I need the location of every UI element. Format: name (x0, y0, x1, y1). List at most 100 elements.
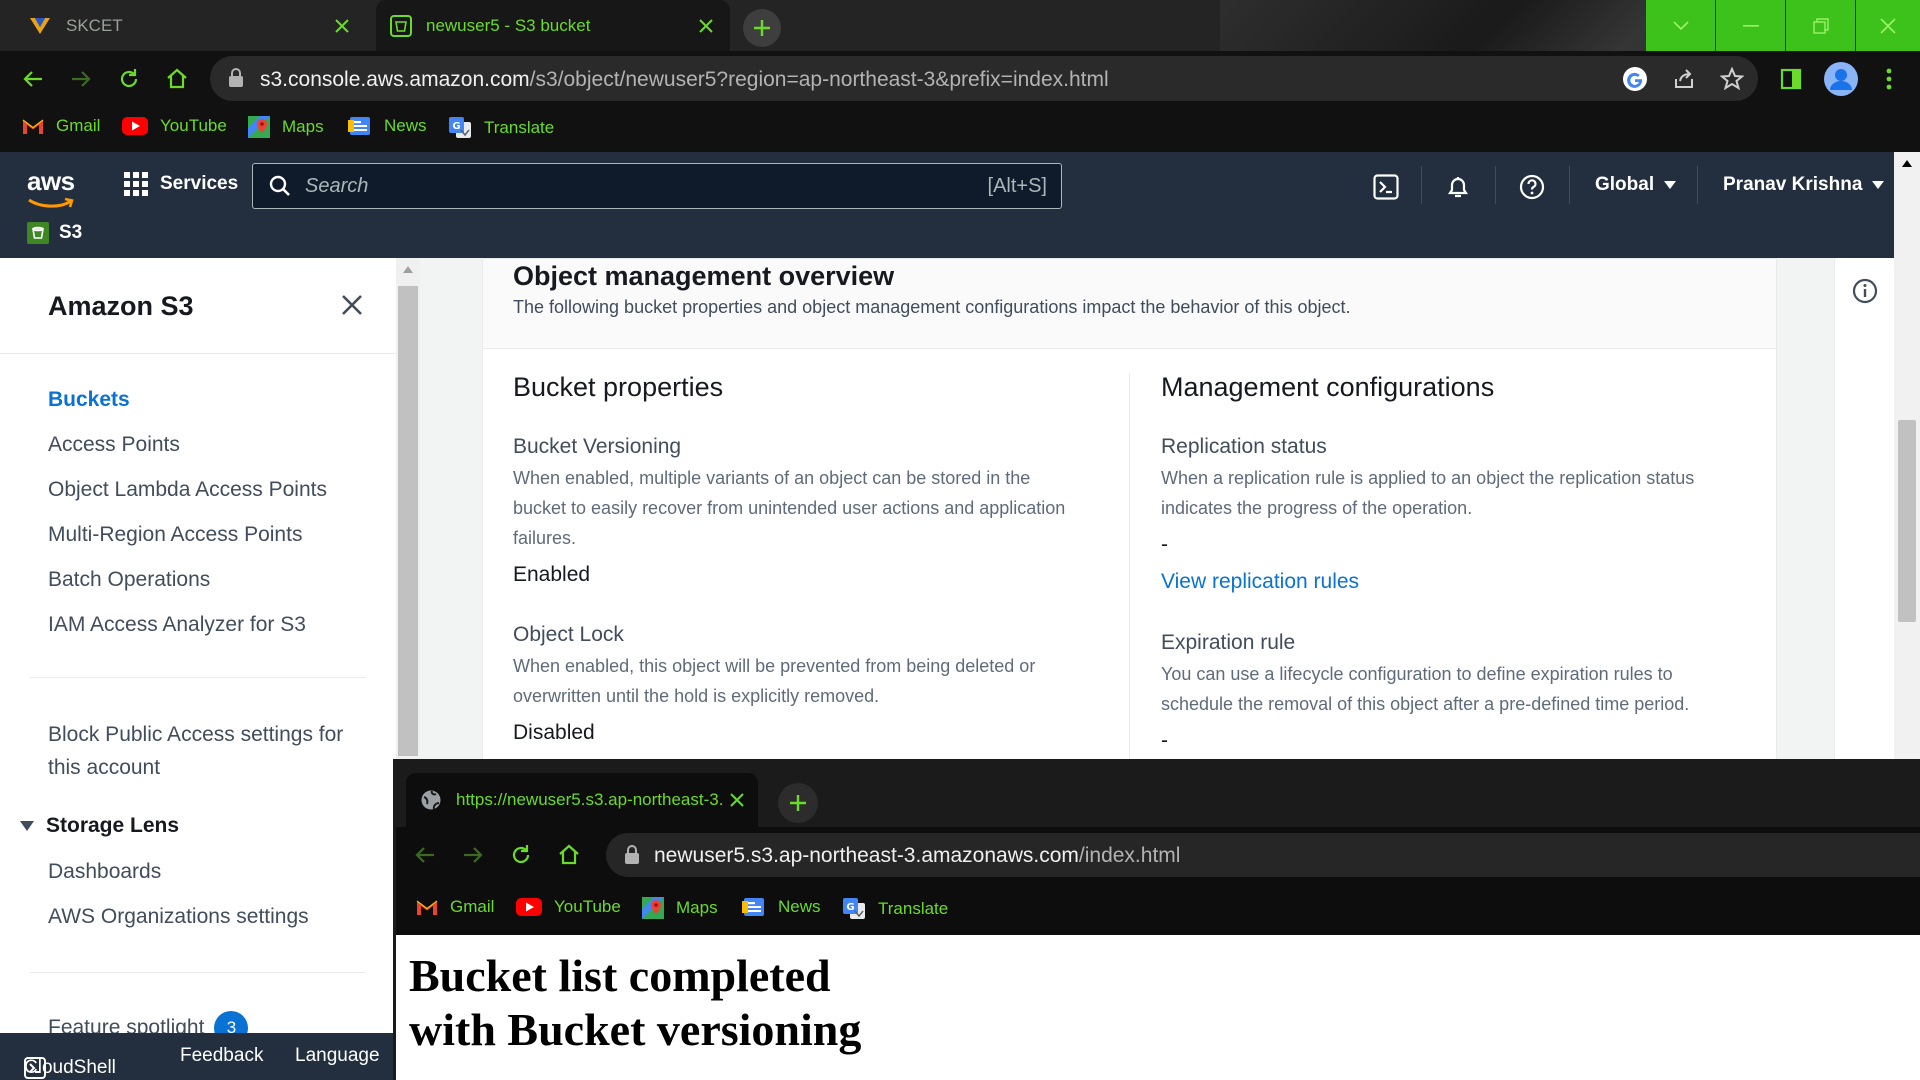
home-icon (559, 844, 579, 865)
aws-logo[interactable]: aws (27, 166, 75, 208)
close-tab-icon[interactable] (332, 16, 352, 36)
help-button[interactable] (1517, 172, 1547, 202)
bookmark-gmail[interactable]: Gmail (416, 897, 494, 917)
description-line: failures. (513, 528, 577, 548)
footer-feedback-link[interactable]: Feedback (180, 1045, 263, 1067)
header-divider (1697, 166, 1698, 204)
sidebar-group-storage-lens[interactable]: Storage Lens (20, 814, 179, 838)
lock-icon (228, 68, 244, 88)
maps-icon (642, 897, 664, 919)
footer-language-link[interactable]: Language (295, 1045, 380, 1067)
bookmark-translate[interactable]: G Translate (842, 897, 948, 921)
footer-cloudshell-label: CloudShell (24, 1057, 116, 1078)
reload-button[interactable] (506, 840, 536, 870)
forward-button[interactable] (458, 840, 488, 870)
account-menu[interactable]: Pranav Krishna (1723, 174, 1885, 196)
info-panel-button[interactable] (1852, 278, 1878, 304)
notifications-button[interactable] (1443, 172, 1473, 202)
minimize-icon (1742, 24, 1759, 27)
restore-button[interactable] (1786, 0, 1855, 51)
arrow-left-icon (415, 847, 434, 863)
forward-button[interactable] (66, 64, 96, 94)
services-menu-button[interactable]: Services (124, 172, 238, 196)
sidebar-item-object-lambda-access-points[interactable]: Object Lambda Access Points (48, 478, 327, 502)
aws-search-input[interactable]: Search [Alt+S] (252, 163, 1062, 209)
sidebar-item-dashboards[interactable]: Dashboards (48, 860, 161, 884)
view-replication-rules-link[interactable]: View replication rules (1161, 570, 1359, 594)
bookmark-maps[interactable]: Maps (642, 897, 718, 919)
address-bar[interactable]: newuser5.s3.ap-northeast-3.amazonaws.com… (606, 833, 1920, 877)
tab-newuser5-website[interactable]: https://newuser5.s3.ap-northeast-3. (406, 773, 758, 827)
website-page: Bucket list completed with Bucket versio… (396, 935, 1920, 1080)
bookmark-youtube[interactable]: YouTube (516, 897, 621, 917)
cloudshell-button[interactable] (1371, 172, 1401, 202)
reload-button[interactable] (114, 64, 144, 94)
star-icon[interactable] (1720, 67, 1744, 91)
address-bar[interactable]: s3.console.aws.amazon.com/s3/object/newu… (210, 56, 1758, 101)
tab-title: https://newuser5.s3.ap-northeast-3. (456, 790, 724, 809)
bookmark-news[interactable]: News (348, 116, 427, 136)
sidebar-item-iam-access-analyzer[interactable]: IAM Access Analyzer for S3 (48, 613, 306, 637)
new-tab-button[interactable] (743, 9, 781, 47)
share-icon[interactable] (1672, 67, 1696, 91)
region-selector[interactable]: Global (1595, 174, 1677, 196)
sidebar-item-aws-organizations-settings[interactable]: AWS Organizations settings (48, 905, 309, 929)
bookmark-youtube[interactable]: YouTube (122, 116, 227, 136)
expiration-rule-value: - (1161, 729, 1168, 752)
close-tab-icon[interactable] (696, 16, 716, 36)
bookmark-label: YouTube (160, 116, 227, 135)
google-icon[interactable] (1622, 66, 1648, 92)
tab-newuser5-s3-bucket[interactable]: newuser5 - S3 bucket (376, 0, 730, 51)
bookmark-gmail[interactable]: Gmail (22, 116, 100, 136)
restore-icon (1812, 17, 1829, 34)
expiration-rule-description: You can use a lifecycle configuration to… (1161, 659, 1689, 719)
sidebar-item-block-public-access[interactable]: Block Public Access settings for this ac… (48, 718, 343, 784)
page-scrollbar-thumb[interactable] (1898, 420, 1916, 622)
service-name: S3 (59, 222, 83, 243)
sidebar-item-buckets[interactable]: Buckets (48, 388, 130, 412)
reload-icon (512, 845, 530, 864)
new-tab-button[interactable] (778, 783, 818, 823)
lock-icon (624, 845, 640, 865)
sidebar-title: Amazon S3 (48, 291, 194, 321)
side-panel-button[interactable] (1776, 64, 1806, 94)
console-footer: CloudShell Feedback Language (0, 1033, 396, 1080)
bucket-versioning-value: Enabled (513, 563, 591, 586)
profile-avatar[interactable] (1822, 60, 1860, 98)
service-breadcrumb-s3[interactable]: S3 (27, 222, 82, 244)
tab-title: SKCET (66, 15, 123, 35)
bookmark-maps[interactable]: Maps (248, 116, 324, 138)
minimize-button[interactable] (1716, 0, 1785, 51)
kebab-menu-icon (1886, 68, 1892, 90)
back-button[interactable] (410, 840, 440, 870)
arrow-left-icon (23, 71, 42, 87)
sidebar-item-feature-spotlight[interactable]: Feature spotlight 3 (48, 1011, 249, 1033)
bookmark-label: Translate (878, 899, 949, 918)
description-line: You can use a lifecycle configuration to… (1161, 664, 1673, 684)
browser-menu-button[interactable] (1874, 64, 1904, 94)
scroll-up-arrow-icon (1902, 160, 1912, 167)
sidebar-item-batch-operations[interactable]: Batch Operations (48, 568, 210, 592)
home-button[interactable] (554, 840, 584, 870)
reload-icon (120, 69, 138, 88)
home-button[interactable] (162, 64, 192, 94)
replication-status-description: When a replication rule is applied to an… (1161, 463, 1694, 523)
back-button[interactable] (18, 64, 48, 94)
address-url: s3.console.aws.amazon.com/s3/object/newu… (260, 68, 1109, 92)
sidebar-item-access-points[interactable]: Access Points (48, 433, 180, 457)
tab-search-button[interactable] (1646, 0, 1715, 51)
bookmarks-bar: Gmail YouTube Maps News G Translate (0, 106, 1920, 152)
tab-skcet[interactable]: SKCET (14, 0, 366, 51)
object-lock-label: Object Lock (513, 623, 624, 646)
sidebar-scrollbar-thumb[interactable] (398, 286, 418, 756)
sidebar-item-label: Block Public Access settings for (48, 723, 344, 746)
close-navigation-button[interactable] (338, 291, 366, 319)
bookmark-news[interactable]: News (742, 897, 821, 917)
sidebar-item-multi-region-access-points[interactable]: Multi-Region Access Points (48, 523, 302, 547)
description-line: bucket to easily recover from unintended… (513, 498, 1066, 518)
description-line: When enabled, this object will be preven… (513, 656, 1036, 676)
bookmark-label: Maps (676, 898, 718, 917)
close-tab-icon[interactable] (730, 793, 744, 807)
close-window-button[interactable] (1856, 0, 1920, 51)
bookmark-translate[interactable]: G Translate (448, 116, 554, 140)
